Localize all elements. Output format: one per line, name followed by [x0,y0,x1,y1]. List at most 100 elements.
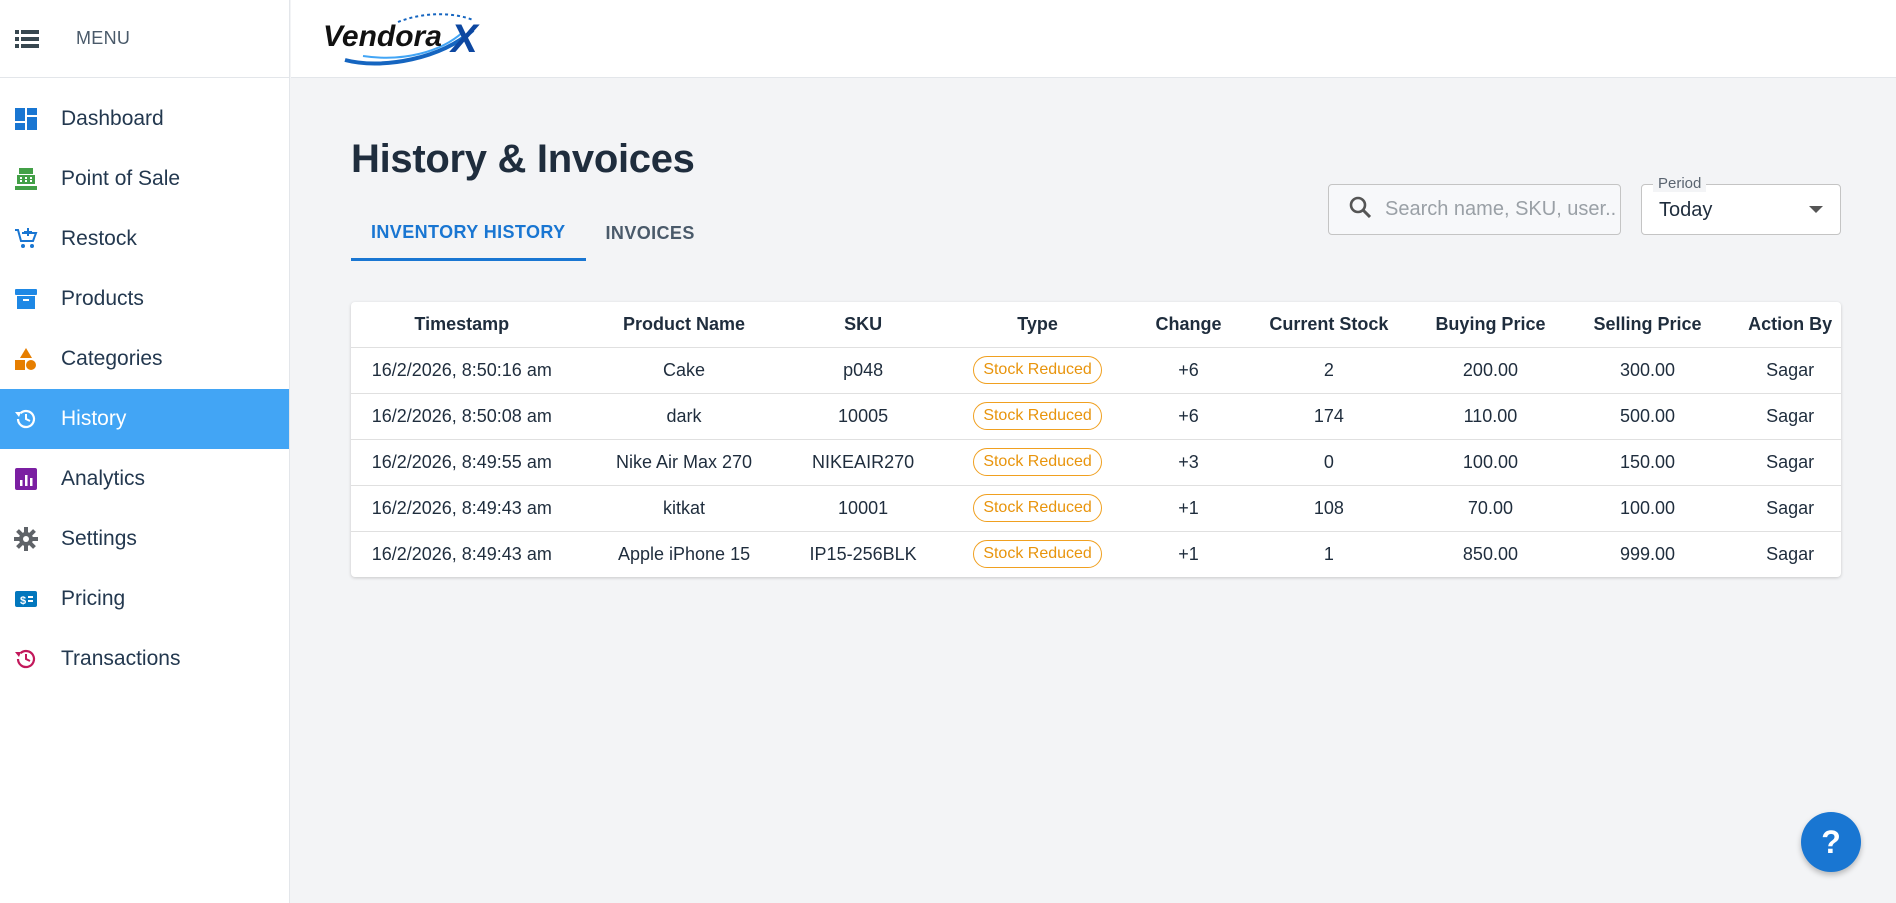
sidebar-nav: Dashboard Point of Sale Restock Products… [0,78,289,689]
dashboard-icon [13,106,39,132]
tab-inventory-history[interactable]: INVENTORY HISTORY [351,206,586,261]
table-header-row: Timestamp Product Name SKU Type Change C… [351,302,1841,348]
search-icon [1349,196,1372,223]
cell-sku: 10001 [795,485,931,532]
column-header-selling-price[interactable]: Selling Price [1555,302,1740,348]
vendorax-logo[interactable]: Vendora X [323,8,493,68]
column-header-buying-price[interactable]: Buying Price [1425,302,1556,348]
sidebar-item-point-of-sale[interactable]: Point of Sale [0,149,289,209]
cell-action-by: Sagar [1739,485,1841,532]
transactions-history-icon [13,646,39,672]
tab-invoices[interactable]: INVOICES [586,206,715,261]
cell-action-by: Sagar [1766,543,1815,564]
sidebar-item-label: Restock [61,227,137,250]
table-row[interactable]: 16/2/2026, 8:50:16 am Cake p048 Stock Re… [351,347,1841,394]
cell-current-stock: 1 [1323,543,1334,564]
table-row[interactable]: 16/2/2026, 8:49:55 am Nike Air Max 270 N… [351,439,1841,486]
cell-type: Stock Reduced [931,531,1145,577]
cell-sku: p048 [795,347,931,394]
sidebar-header: MENU [0,0,289,78]
cell-timestamp: 16/2/2026, 8:49:55 am [351,439,573,486]
cell-change: +6 [1144,347,1233,394]
cell-timestamp: 16/2/2026, 8:49:43 am [351,485,573,532]
cell-product-name: Nike Air Max 270 [572,439,796,486]
cell-product-name: Apple iPhone 15 [617,543,751,564]
cell-action-by: Sagar [1739,347,1841,394]
cell-product-name: Cake [572,347,796,394]
table-row[interactable]: 16/2/2026, 8:49:43 am Apple iPhone 15 IP… [351,531,1841,577]
cell-selling-price: 150.00 [1555,439,1740,486]
cell-buying-price: 200.00 [1425,347,1556,394]
cell-buying-price: 850.00 [1462,543,1518,564]
cash-register-icon [13,166,39,192]
sidebar-item-settings[interactable]: Settings [0,509,289,569]
cell-product-name: kitkat [572,485,796,532]
tab-bar: INVENTORY HISTORY INVOICES [351,206,715,261]
history-icon [13,406,39,432]
cell-selling-price: 300.00 [1555,347,1740,394]
search-input[interactable] [1385,198,1615,221]
logo-mark: X [449,17,480,61]
status-badge: Stock Reduced [973,448,1102,476]
cell-product-name: dark [572,393,796,440]
cell-buying-price: 70.00 [1425,485,1556,532]
sidebar-item-analytics[interactable]: Analytics [0,449,289,509]
sidebar-item-pricing[interactable]: $ Pricing [0,569,289,629]
help-button[interactable]: ? [1801,812,1861,872]
sidebar: MENU Dashboard Point of Sale Restock Pro… [0,0,290,903]
sidebar-item-categories[interactable]: Categories [0,329,289,389]
shapes-icon [13,346,39,372]
sidebar-item-label: Products [61,287,144,310]
column-header-current-stock[interactable]: Current Stock [1232,302,1426,348]
cell-type: Stock Reduced [930,393,1145,440]
sidebar-item-label: Settings [61,527,137,550]
price-tag-icon: $ [13,586,39,612]
sidebar-item-label: Transactions [61,647,181,670]
cell-timestamp: 16/2/2026, 8:49:43 am [371,543,552,564]
cell-type: Stock Reduced [930,439,1145,486]
column-header-product-name[interactable]: Product Name [572,302,796,348]
cell-action-by: Sagar [1739,439,1841,486]
column-header-type[interactable]: Type [930,302,1145,348]
period-value: Today [1659,199,1713,221]
table-row[interactable]: 16/2/2026, 8:50:08 am dark 10005 Stock R… [351,393,1841,440]
menu-list-icon[interactable] [14,26,40,52]
cell-buying-price: 110.00 [1425,393,1556,440]
top-bar: Vendora X [291,0,1896,78]
column-header-timestamp[interactable]: Timestamp [351,302,573,348]
status-badge: Stock Reduced [973,402,1102,430]
status-badge: Stock Reduced [973,494,1102,522]
cell-timestamp: 16/2/2026, 8:50:08 am [351,393,573,440]
cell-type: Stock Reduced [930,485,1145,532]
column-header-change[interactable]: Change [1144,302,1233,348]
cell-action-by: Sagar [1739,393,1841,440]
cell-buying-price: 100.00 [1425,439,1556,486]
cell-selling-price: 100.00 [1555,485,1740,532]
cell-change: +1 [1178,543,1199,564]
search-field[interactable] [1328,184,1621,235]
analytics-icon [13,466,39,492]
inventory-history-table: Timestamp Product Name SKU Type Change C… [351,302,1841,577]
cell-current-stock: 0 [1232,439,1426,486]
sidebar-item-label: Analytics [61,467,146,490]
status-badge: Stock Reduced [973,356,1102,384]
sidebar-item-transactions[interactable]: Transactions [0,629,289,689]
period-select[interactable]: Period Today [1641,175,1841,235]
cell-selling-price: 999.00 [1619,543,1676,564]
column-header-sku[interactable]: SKU [795,302,931,348]
sidebar-item-dashboard[interactable]: Dashboard [0,89,289,149]
cell-type: Stock Reduced [930,347,1145,394]
sidebar-item-label: Dashboard [61,107,164,130]
status-badge: Stock Reduced [973,540,1102,569]
sidebar-item-products[interactable]: Products [0,269,289,329]
period-label: Period [1653,175,1707,192]
cell-sku: IP15-256BLK [809,543,917,564]
sidebar-item-restock[interactable]: Restock [0,209,289,269]
sidebar-item-history[interactable]: History [0,389,289,449]
cart-add-icon [13,226,39,252]
cell-current-stock: 2 [1232,347,1426,394]
chevron-down-icon [1809,206,1823,213]
table-row[interactable]: 16/2/2026, 8:49:43 am kitkat 10001 Stock… [351,485,1841,532]
column-header-action-by[interactable]: Action By [1739,302,1841,348]
cell-current-stock: 108 [1232,485,1426,532]
